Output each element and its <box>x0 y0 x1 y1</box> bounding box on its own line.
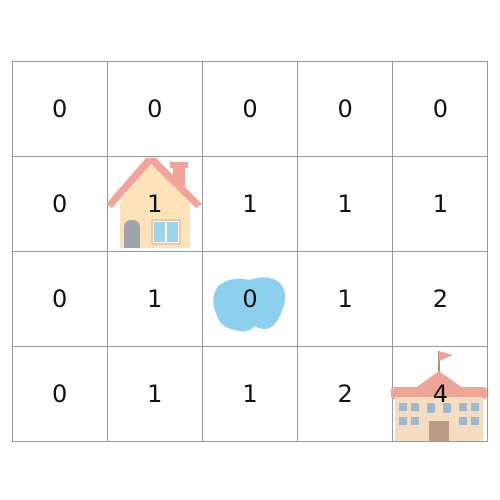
grid-cell[interactable]: 0 <box>106 60 203 157</box>
cell-value: 1 <box>337 189 353 218</box>
cell-value: 2 <box>432 284 448 313</box>
grid-cell-school[interactable]: 4 <box>391 345 489 442</box>
cell-value: 0 <box>147 94 163 123</box>
cell-value: 1 <box>147 284 163 313</box>
grid-cell[interactable]: 0 <box>392 60 489 157</box>
cell-value: 0 <box>51 379 68 408</box>
cell-value: 1 <box>432 189 448 218</box>
cell-value: 1 <box>242 379 258 408</box>
grid-cell[interactable]: 2 <box>392 250 489 347</box>
cell-value: 4 <box>432 379 448 408</box>
grid-cell[interactable]: 1 <box>297 250 394 347</box>
grid-cell-house[interactable]: 1 <box>105 155 203 252</box>
cell-value: 0 <box>432 94 448 123</box>
grid-cell[interactable]: 0 <box>11 250 108 347</box>
cell-value: 0 <box>51 284 68 313</box>
grid-cell-pond[interactable]: 0 <box>201 250 299 347</box>
cell-value: 2 <box>337 379 353 408</box>
grid-cell[interactable]: 1 <box>392 155 489 252</box>
cell-value: 0 <box>51 189 68 218</box>
cell-value: 1 <box>337 284 353 313</box>
grid-cell[interactable]: 2 <box>297 345 394 442</box>
cell-value: 0 <box>51 94 68 123</box>
grid-cell[interactable]: 1 <box>201 345 299 442</box>
grid-cell[interactable]: 0 <box>11 155 108 252</box>
grid-cell[interactable]: 1 <box>297 155 394 252</box>
cell-value: 1 <box>242 189 258 218</box>
cell-value: 1 <box>147 189 163 218</box>
cell-value: 1 <box>147 379 163 408</box>
game-grid: 0 0 0 0 0 0 1 1 1 1 0 1 0 1 2 0 1 1 2 4 <box>11 60 489 442</box>
grid-cell[interactable]: 0 <box>297 60 394 157</box>
grid-cell[interactable]: 0 <box>201 60 299 157</box>
grid-cell[interactable]: 1 <box>106 250 203 347</box>
cell-value: 0 <box>242 284 258 313</box>
grid-cell[interactable]: 0 <box>11 60 108 157</box>
grid-cell[interactable]: 1 <box>201 155 299 252</box>
cell-value: 0 <box>337 94 353 123</box>
grid-cell[interactable]: 0 <box>11 345 108 442</box>
grid-cell[interactable]: 1 <box>106 345 203 442</box>
cell-value: 0 <box>242 94 258 123</box>
